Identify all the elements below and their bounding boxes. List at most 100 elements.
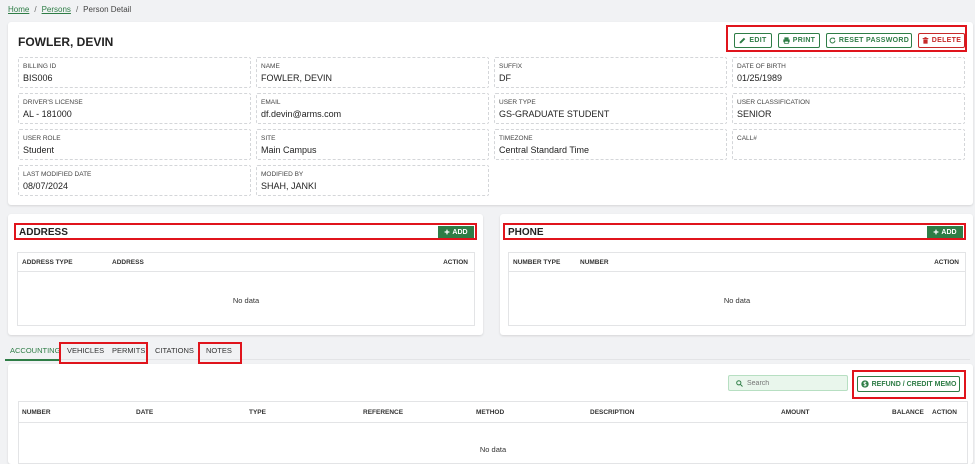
delete-button[interactable]: DELETE bbox=[918, 33, 965, 48]
phone-table: NUMBER TYPE NUMBER ACTION No data bbox=[508, 252, 966, 326]
breadcrumb: Home / Persons / Person Detail bbox=[8, 5, 131, 14]
field-value: df.devin@arms.com bbox=[261, 109, 342, 119]
add-address-button[interactable]: ADD bbox=[438, 226, 474, 238]
vehicles-permits-highlight bbox=[59, 342, 148, 364]
field-value: Student bbox=[23, 145, 55, 155]
refund-credit-memo-button[interactable]: REFUND / CREDIT MEMO bbox=[857, 376, 960, 392]
print-button[interactable]: PRINT bbox=[778, 33, 820, 48]
plus-icon bbox=[445, 229, 450, 235]
field-label: BILLING ID bbox=[23, 63, 57, 70]
pencil-icon bbox=[740, 37, 746, 44]
field-billing-id: BILLING ID BIS006 bbox=[18, 57, 251, 88]
column-header: NUMBER bbox=[580, 259, 609, 266]
address-table: ADDRESS TYPE ADDRESS ACTION No data bbox=[17, 252, 475, 326]
field-name: NAME FOWLER, DEVIN bbox=[256, 57, 489, 88]
edit-button[interactable]: EDIT bbox=[734, 33, 772, 48]
column-header: ACTION bbox=[932, 409, 957, 416]
trash-icon bbox=[922, 37, 929, 44]
active-tab-indicator bbox=[5, 359, 61, 361]
add-phone-label: ADD bbox=[941, 228, 957, 236]
dollar-circle-icon bbox=[860, 380, 869, 388]
field-label: LAST MODIFIED DATE bbox=[23, 171, 92, 178]
field-label: USER ROLE bbox=[23, 135, 61, 142]
address-table-header: ADDRESS TYPE ADDRESS ACTION bbox=[18, 253, 474, 272]
field-label: MODIFIED BY bbox=[261, 171, 304, 178]
reset-password-label: RESET PASSWORD bbox=[838, 37, 910, 44]
phone-table-header: NUMBER TYPE NUMBER ACTION bbox=[509, 253, 965, 272]
column-header: TYPE bbox=[249, 409, 266, 416]
tab-citations[interactable]: CITATIONS bbox=[155, 346, 194, 355]
field-user-type: USER TYPE GS-GRADUATE STUDENT bbox=[494, 93, 727, 124]
search-box bbox=[728, 375, 848, 391]
column-header: ADDRESS bbox=[112, 259, 144, 266]
breadcrumb-separator: / bbox=[75, 5, 79, 14]
printer-icon bbox=[783, 37, 790, 44]
column-header: DATE bbox=[136, 409, 154, 416]
field-timezone: TIMEZONE Central Standard Time bbox=[494, 129, 727, 160]
add-phone-button[interactable]: ADD bbox=[927, 226, 963, 238]
field-label: NAME bbox=[261, 63, 280, 70]
accounting-table: NUMBER DATE TYPE REFERENCE METHOD DESCRI… bbox=[18, 401, 968, 464]
column-header: BALANCE bbox=[892, 409, 924, 416]
field-suffix: SUFFIX DF bbox=[494, 57, 727, 88]
field-value: 08/07/2024 bbox=[23, 181, 69, 191]
refund-credit-memo-label: REFUND / CREDIT MEMO bbox=[871, 380, 957, 388]
plus-icon bbox=[934, 229, 939, 235]
column-header: NUMBER TYPE bbox=[513, 259, 561, 266]
breadcrumb-persons-link[interactable]: Persons bbox=[42, 5, 71, 14]
field-site: SITE Main Campus bbox=[256, 129, 489, 160]
accounting-table-header: NUMBER DATE TYPE REFERENCE METHOD DESCRI… bbox=[19, 402, 967, 423]
field-value: SHAH, JANKI bbox=[261, 181, 317, 191]
accounting-panel: REFUND / CREDIT MEMO NUMBER DATE TYPE RE… bbox=[8, 364, 973, 464]
reset-password-button[interactable]: RESET PASSWORD bbox=[826, 33, 912, 48]
notes-highlight bbox=[198, 342, 242, 364]
field-value: 01/25/1989 bbox=[737, 73, 783, 83]
address-empty-text: No data bbox=[232, 296, 260, 305]
address-title: ADDRESS bbox=[19, 227, 68, 238]
field-email: EMAIL df.devin@arms.com bbox=[256, 93, 489, 124]
phone-title: PHONE bbox=[508, 227, 544, 238]
search-icon bbox=[736, 379, 743, 387]
breadcrumb-home-link[interactable]: Home bbox=[8, 5, 29, 14]
field-value: Main Campus bbox=[261, 145, 317, 155]
column-header: ACTION bbox=[934, 259, 959, 266]
address-header-highlight: ADDRESS ADD bbox=[14, 223, 477, 240]
column-header: ACTION bbox=[443, 259, 468, 266]
edit-label: EDIT bbox=[749, 37, 767, 44]
field-label: EMAIL bbox=[261, 99, 281, 106]
column-header: AMOUNT bbox=[781, 409, 810, 416]
detail-tabs: ACCOUNTING VEHICLES PERMITS CITATIONS NO… bbox=[5, 342, 970, 361]
field-user-classification: USER CLASSIFICATION SENIOR bbox=[732, 93, 965, 124]
field-value: SENIOR bbox=[737, 109, 772, 119]
field-label: SITE bbox=[261, 135, 276, 142]
page-title: FOWLER, DEVIN bbox=[18, 35, 114, 49]
field-call-number: CALL# bbox=[732, 129, 965, 160]
field-label: CALL# bbox=[737, 135, 757, 142]
delete-label: DELETE bbox=[931, 37, 962, 44]
add-address-label: ADD bbox=[452, 228, 468, 236]
field-drivers-license: DRIVER'S LICENSE AL - 181000 bbox=[18, 93, 251, 124]
accounting-empty-text: No data bbox=[479, 445, 507, 454]
breadcrumb-separator: / bbox=[34, 5, 37, 14]
print-label: PRINT bbox=[792, 37, 816, 44]
field-label: USER TYPE bbox=[499, 99, 536, 106]
phone-empty-text: No data bbox=[723, 296, 751, 305]
refund-highlight: REFUND / CREDIT MEMO bbox=[852, 370, 966, 399]
tab-accounting[interactable]: ACCOUNTING bbox=[10, 346, 60, 355]
refresh-icon bbox=[829, 37, 836, 44]
column-header: NUMBER bbox=[22, 409, 51, 416]
column-header: ADDRESS TYPE bbox=[22, 259, 73, 266]
field-label: USER CLASSIFICATION bbox=[737, 99, 810, 106]
field-value: DF bbox=[499, 73, 511, 83]
field-label: DATE OF BIRTH bbox=[737, 63, 786, 70]
breadcrumb-current: Person Detail bbox=[83, 5, 132, 14]
field-user-role: USER ROLE Student bbox=[18, 129, 251, 160]
field-date-of-birth: DATE OF BIRTH 01/25/1989 bbox=[732, 57, 965, 88]
person-actions-highlight: EDIT PRINT RESET PASSWORD DELETE bbox=[726, 25, 967, 52]
field-value: GS-GRADUATE STUDENT bbox=[499, 109, 610, 119]
column-header: METHOD bbox=[476, 409, 505, 416]
column-header: DESCRIPTION bbox=[590, 409, 635, 416]
address-card: ADDRESS ADD ADDRESS TYPE ADDRESS ACTION … bbox=[8, 214, 483, 335]
field-value: BIS006 bbox=[23, 73, 53, 83]
search-input[interactable] bbox=[747, 379, 837, 387]
